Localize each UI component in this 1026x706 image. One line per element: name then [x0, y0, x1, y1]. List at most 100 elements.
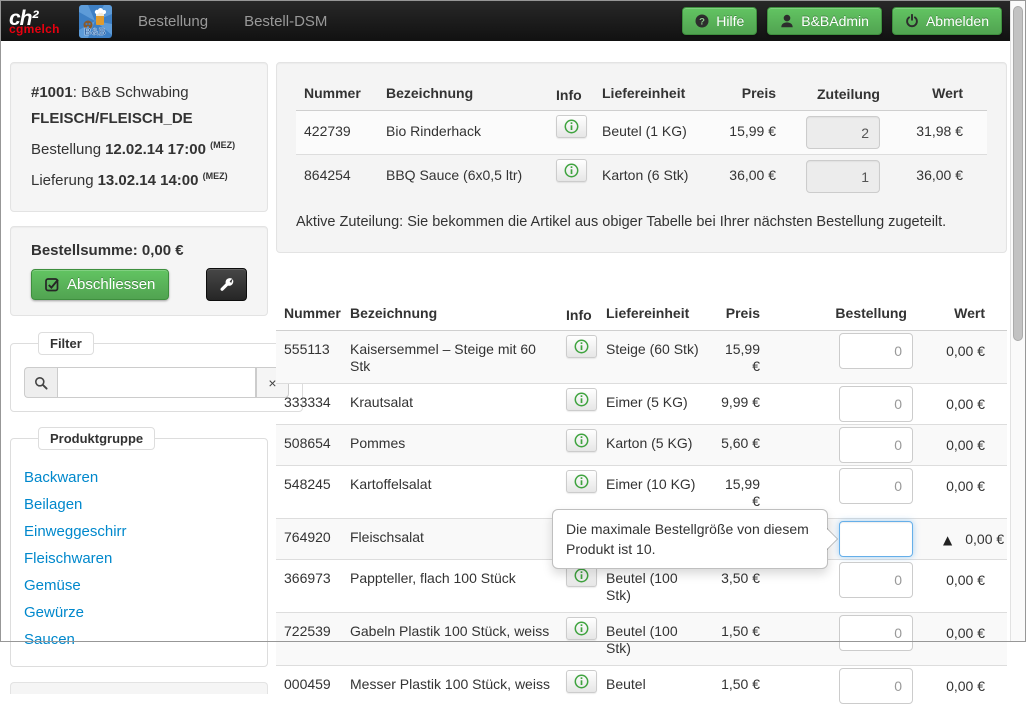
- search-icon: [34, 376, 48, 390]
- cell-liefereinheit: Beutel (1 KG): [602, 111, 704, 155]
- info-icon: [574, 674, 589, 689]
- product-groups-panel: Produktgruppe Backwaren Beilagen Einwegges…: [10, 427, 268, 667]
- product-group-link[interactable]: Einweggeschirr: [24, 523, 127, 540]
- product-groups-list: Backwaren Beilagen Einweggeschirr Fleischwa…: [24, 464, 254, 653]
- cell-liefereinheit: Karton (5 KG): [606, 425, 710, 466]
- product-group-link[interactable]: Gewürze: [24, 604, 84, 621]
- product-group-link[interactable]: Fleischwaren: [24, 550, 112, 567]
- info-button[interactable]: [566, 429, 597, 452]
- cell-nummer: 422739: [296, 111, 378, 155]
- bestellung-input[interactable]: [839, 427, 913, 463]
- svg-text:?: ?: [699, 16, 705, 27]
- product-group-link[interactable]: Saucen: [24, 631, 75, 648]
- info-icon: [574, 392, 589, 407]
- main-menu: Bestellung Bestell-DSM: [138, 13, 327, 30]
- cell-nummer: 722539: [276, 613, 342, 666]
- info-icon: [564, 119, 579, 134]
- order-row: 722539Gabeln Plastik 100 Stück, weissBeu…: [276, 613, 1007, 666]
- caret-up-icon: ▲: [943, 532, 952, 549]
- cell-wert: 31,98 €: [888, 111, 987, 155]
- cell-preis: 1,50 €: [710, 666, 780, 706]
- bestellung-input[interactable]: [839, 562, 913, 598]
- cell-wert-value: 0,00 €: [946, 678, 985, 694]
- product-group-link[interactable]: Beilagen: [24, 496, 82, 513]
- filter-input[interactable]: [57, 367, 256, 398]
- allocation-table: Nummer Bezeichnung Info Liefereinheit Pr…: [296, 77, 987, 198]
- cell-nummer: 764920: [276, 519, 342, 560]
- product-group-link[interactable]: Backwaren: [24, 469, 98, 486]
- bestellung-input[interactable]: [839, 386, 913, 422]
- bestellung-input[interactable]: [839, 668, 913, 704]
- order-number: #1001: [31, 84, 73, 101]
- bestellung-input[interactable]: [839, 615, 913, 651]
- col-header-preis: Preis: [710, 297, 780, 331]
- info-icon: [574, 621, 589, 636]
- order-info-panel: #1001: B&B Schwabing FLEISCH/FLEISCH_DE …: [10, 62, 268, 212]
- hilfe-label: Hilfe: [716, 13, 744, 29]
- info-button[interactable]: [566, 335, 597, 358]
- cell-preis: 5,60 €: [710, 425, 780, 466]
- info-button[interactable]: [556, 159, 587, 182]
- cell-bestellung: Die maximale Bestellgröße von diesem Pro…: [780, 519, 935, 560]
- logo-name: cgmelch: [9, 23, 60, 35]
- scrollbar-thumb[interactable]: [1013, 6, 1023, 341]
- bestellung-input[interactable]: [839, 333, 913, 369]
- user-account-button[interactable]: B&BAdmin: [767, 7, 882, 35]
- power-icon: [905, 14, 919, 28]
- allocation-row: 422739Bio RinderhackBeutel (1 KG)15,99 €…: [296, 111, 987, 155]
- nav-item-bestellung[interactable]: Bestellung: [138, 13, 208, 30]
- cell-bezeichnung: BBQ Sauce (6x0,5 ltr): [378, 155, 556, 199]
- info-button[interactable]: [566, 470, 597, 493]
- zuteilung-input: [806, 160, 880, 193]
- page-scrollbar[interactable]: [1010, 1, 1025, 641]
- col-header-liefereinheit: Liefereinheit: [602, 77, 704, 111]
- allocation-header-row: Nummer Bezeichnung Info Liefereinheit Pr…: [296, 77, 987, 111]
- cell-nummer: 333334: [276, 384, 342, 425]
- info-button[interactable]: [566, 388, 597, 411]
- hilfe-button[interactable]: ? Hilfe: [682, 7, 757, 35]
- cell-bezeichnung: Fleischsalat: [342, 519, 566, 560]
- product-group-link[interactable]: Gemüse: [24, 577, 81, 594]
- filter-legend: Filter: [38, 332, 94, 355]
- settings-wrench-button[interactable]: [206, 268, 247, 301]
- bb-app-icon[interactable]: B&B: [79, 5, 112, 38]
- order-row: 000459Messer Plastik 100 Stück, weissBeu…: [276, 666, 1007, 706]
- cgmelch-logo[interactable]: ch² cgmelch: [9, 8, 67, 35]
- user-icon: [780, 14, 794, 28]
- abmelden-button[interactable]: Abmelden: [892, 7, 1002, 35]
- product-group-item: Beilagen: [24, 491, 254, 518]
- info-button[interactable]: [556, 115, 587, 138]
- cell-bezeichnung: Bio Rinderhack: [378, 111, 556, 155]
- info-icon: [574, 474, 589, 489]
- info-icon: [574, 568, 589, 583]
- cell-bezeichnung: Gabeln Plastik 100 Stück, weiss: [342, 613, 566, 666]
- bestellung-input[interactable]: [839, 521, 913, 557]
- col-header-zuteilung: Zuteilung: [784, 77, 888, 111]
- nav-item-bestell-dsm[interactable]: Bestell-DSM: [244, 13, 327, 30]
- col-header-wert: Wert: [888, 77, 987, 111]
- col-header-info: Info: [566, 297, 606, 331]
- cell-wert: 0,00 €: [935, 425, 1007, 466]
- info-button[interactable]: [566, 670, 597, 693]
- tooltip-arrow-icon: [827, 528, 838, 550]
- bestellung-input[interactable]: [839, 468, 913, 504]
- order-header-row: Nummer Bezeichnung Info Liefereinheit Pr…: [276, 297, 1007, 331]
- cell-preis: 36,00 €: [704, 155, 784, 199]
- cell-nummer: 548245: [276, 466, 342, 519]
- col-header-nummer: Nummer: [276, 297, 342, 331]
- order-timezone: (MEZ): [210, 140, 235, 150]
- info-button[interactable]: [566, 617, 597, 640]
- cell-wert-value: 0,00 €: [946, 343, 985, 359]
- allocation-note: Aktive Zuteilung: Sie bekommen die Artik…: [296, 214, 987, 230]
- cell-liefereinheit: Karton (6 Stk): [602, 155, 704, 199]
- cell-info: [556, 155, 602, 199]
- col-header-bezeichnung: Bezeichnung: [342, 297, 566, 331]
- abschliessen-label: Abschliessen: [67, 276, 155, 293]
- cell-nummer: 555113: [276, 331, 342, 384]
- abschliessen-button[interactable]: Abschliessen: [31, 269, 169, 300]
- cell-liefereinheit: Steige (60 Stk): [606, 331, 710, 384]
- product-groups-legend: Produktgruppe: [38, 427, 155, 450]
- col-header-nummer: Nummer: [296, 77, 378, 111]
- cell-info: [566, 666, 606, 706]
- delivery-datetime: 13.02.14 14:00: [98, 172, 199, 189]
